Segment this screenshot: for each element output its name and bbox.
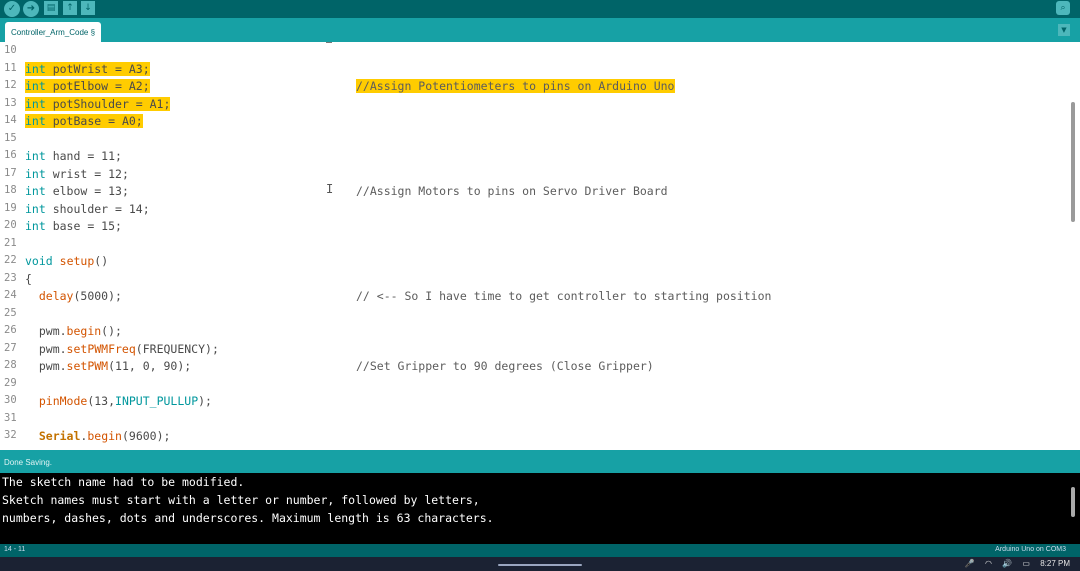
code-text[interactable]: pwm.setPWM(11, 0, 90); [25,359,191,373]
new-sketch-icon[interactable]: ▤ [44,1,58,15]
code-text[interactable]: int base = 15; [25,219,122,233]
code-text[interactable]: int shoulder = 14; [25,202,150,216]
mic-icon[interactable]: 🎤 [965,559,975,568]
code-text[interactable]: int potBase = A0; [25,114,143,128]
code-text[interactable]: int potWrist = A3; [25,61,150,76]
line-number: 28 [4,359,17,371]
code-line[interactable]: 25 [0,307,1070,325]
scroll-indicator [326,42,332,43]
code-text[interactable]: Serial.begin(9600); [25,429,171,443]
code-text[interactable]: pwm.setPWMFreq(FREQUENCY); [25,342,219,356]
code-text[interactable]: int potShoulder = A1; [25,96,171,111]
code-line[interactable]: 23 { [0,272,1070,290]
upload-icon[interactable]: ➜ [23,1,39,17]
line-number: 11 [4,61,17,74]
line-number: 13 [4,96,17,109]
mouse-cursor: I [326,182,334,196]
code-line[interactable]: 26 pwm.begin(); [0,324,1070,342]
code-line[interactable]: 11 int potWrist = A3; [0,61,1070,80]
console-line: Sketch names must start with a letter or… [2,493,480,507]
line-number: 16 [4,149,17,161]
code-line[interactable]: 22 void setup() [0,254,1070,272]
clock[interactable]: 8:27 PM [1040,559,1070,568]
line-number-indicator: 14 - 11 [4,546,26,553]
line-number: 12 [4,79,17,91]
save-icon[interactable]: ↓ [81,1,95,15]
console-line: numbers, dashes, dots and underscores. M… [2,511,494,525]
verify-icon[interactable]: ✓ [4,1,20,17]
home-handle[interactable] [498,564,582,566]
line-number: 14 [4,114,17,126]
console-scrollbar[interactable] [1071,487,1075,517]
status-bar: Done Saving. [0,450,1080,473]
code-text[interactable]: int hand = 11; [25,149,122,163]
volume-icon[interactable]: 🔊 [1002,559,1012,568]
code-comment[interactable]: //Set Gripper to 90 degrees (Close Gripp… [356,359,654,373]
line-number: 15 [4,131,17,144]
tab-menu-icon[interactable]: ▼ [1058,24,1070,36]
code-line[interactable]: 19 int shoulder = 14; [0,202,1070,220]
line-number: 20 [4,219,17,231]
code-line[interactable]: 29 [0,377,1070,395]
tab-sketch[interactable]: Controller_Arm_Code § [5,22,102,42]
tab-bar: Controller_Arm_Code § ▼ [0,18,1080,42]
line-number: 17 [4,166,17,179]
line-number: 25 [4,306,17,319]
code-text[interactable]: void setup() [25,254,108,268]
code-line[interactable]: 28 pwm.setPWM(11, 0, 90); //Set Gripper t… [0,359,1070,377]
code-line[interactable]: 12 int potElbow = A2; //Assign Potentiomet… [0,79,1070,97]
code-line[interactable]: 21 [0,237,1070,255]
line-number: 22 [4,254,17,266]
wifi-icon[interactable]: ◠ [985,559,992,568]
line-number: 21 [4,236,17,249]
battery-icon[interactable]: ▭ [1022,559,1030,568]
console-output: The sketch name had to be modified. Sket… [0,473,1080,544]
code-line[interactable]: 15 [0,132,1070,150]
code-line[interactable]: 30 pinMode(13,INPUT_PULLUP); [0,394,1070,412]
line-number: 18 [4,184,17,196]
code-text[interactable]: int elbow = 13; [25,184,129,198]
footer-bar: 14 - 11 Arduino Uno on COM3 [0,544,1080,557]
line-number: 26 [4,324,17,336]
toolbar: ✓ ➜ ▤ ↑ ↓ ⌕ [0,0,1080,18]
code-comment[interactable]: //Assign Potentiometers to pins on Ardui… [356,79,675,93]
code-text[interactable]: { [25,272,32,286]
status-text: Done Saving. [4,458,53,467]
code-text[interactable]: pwm.begin(); [25,324,122,338]
code-line[interactable]: 13 int potShoulder = A1; [0,96,1070,115]
code-comment[interactable]: // <-- So I have time to get controller … [356,289,771,303]
line-number: 19 [4,201,17,214]
code-line[interactable]: 20 int base = 15; [0,219,1070,237]
code-line[interactable]: 10 [0,44,1070,62]
line-number: 29 [4,376,17,389]
code-text[interactable]: pinMode(13,INPUT_PULLUP); [25,394,212,408]
code-text[interactable]: delay(5000); [25,289,122,303]
code-line[interactable]: 27 pwm.setPWMFreq(FREQUENCY); [0,342,1070,360]
code-text[interactable]: int potElbow = A2; [25,79,150,93]
line-number: 10 [4,44,17,56]
code-line[interactable]: 17 int wrist = 12; [0,167,1070,185]
serial-monitor-icon[interactable]: ⌕ [1056,1,1070,15]
code-editor[interactable]: 10 11 int potWrist = A3; 12 int potElbow = A… [0,42,1080,450]
line-number: 23 [4,271,17,284]
line-number: 31 [4,411,17,424]
line-number: 27 [4,341,17,354]
code-text[interactable]: int wrist = 12; [25,167,129,181]
code-line[interactable]: 14 int potBase = A0; [0,114,1070,132]
console-line: The sketch name had to be modified. [2,475,245,489]
code-line[interactable]: 18 int elbow = 13; //Assign Motors to pins… [0,184,1070,202]
code-line[interactable]: 16 int hand = 11; [0,149,1070,167]
editor-scrollbar[interactable] [1071,102,1075,222]
system-tray: 🎤 ◠ 🔊 ▭ 8:27 PM [957,559,1070,568]
code-comment[interactable]: //Assign Motors to pins on Servo Driver … [356,184,668,198]
os-taskbar: 🎤 ◠ 🔊 ▭ 8:27 PM [0,557,1080,571]
line-number: 30 [4,394,17,406]
code-line[interactable]: 24 delay(5000); // <-- So I have time to … [0,289,1070,307]
line-number: 32 [4,429,17,441]
code-line[interactable]: 31 [0,412,1070,430]
board-indicator: Arduino Uno on COM3 [995,546,1066,553]
code-line[interactable]: 32 Serial.begin(9600); [0,429,1070,447]
open-icon[interactable]: ↑ [63,1,77,15]
line-number: 24 [4,289,17,301]
